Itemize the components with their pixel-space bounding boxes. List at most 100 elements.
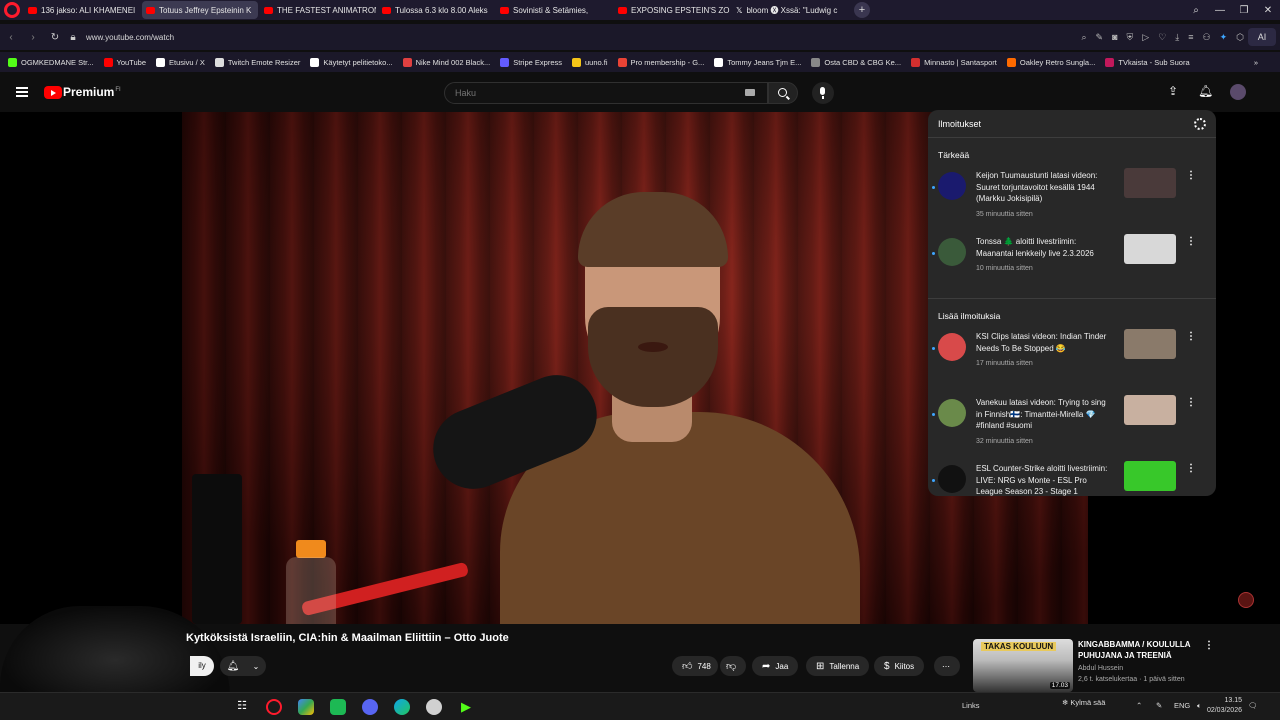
more-options-icon[interactable]: ⋮ bbox=[1186, 397, 1196, 408]
account-avatar[interactable] bbox=[1230, 84, 1246, 100]
browser-tab[interactable]: THE FASTEST ANIMATRONI bbox=[260, 1, 376, 19]
camera-icon[interactable]: ◙ bbox=[1112, 32, 1117, 43]
search-tabs-icon[interactable]: ⌕ bbox=[1184, 5, 1208, 16]
discord-taskbar-icon[interactable] bbox=[362, 699, 378, 715]
system-clock[interactable]: 13.15 02/03/2026 bbox=[1207, 696, 1242, 716]
notification-thumbnail[interactable] bbox=[1124, 168, 1176, 198]
notification-center-icon[interactable]: 🗨︎ bbox=[1248, 701, 1258, 710]
edit-icon[interactable]: ✎ bbox=[1096, 32, 1104, 43]
notifications-bell-icon[interactable]: 🔔︎ bbox=[1198, 84, 1213, 98]
spotify-taskbar-icon[interactable] bbox=[330, 699, 346, 715]
back-icon[interactable]: ‹ bbox=[0, 32, 22, 43]
up-next-thumbnail[interactable]: TAKAS KOULUUN 17.03 bbox=[973, 639, 1073, 692]
channel-avatar[interactable] bbox=[938, 399, 966, 427]
more-actions-button[interactable]: ⋯ bbox=[934, 656, 960, 676]
save-button[interactable]: ⊞ Tallenna bbox=[806, 656, 870, 676]
browser-tab[interactable]: 𝕏bloom 🅧 Xssä: "Ludwig c bbox=[732, 1, 848, 19]
voice-search-icon[interactable] bbox=[812, 82, 834, 104]
youtube-logo-icon[interactable] bbox=[44, 86, 62, 99]
cube-icon[interactable]: ⬡ bbox=[1236, 32, 1244, 43]
profile-icon[interactable]: ⚇ bbox=[1203, 32, 1211, 43]
bookmark-item[interactable]: Minnasto | Santasport bbox=[911, 57, 997, 67]
bookmark-item[interactable]: OGMKEDMANE Str... bbox=[8, 57, 94, 67]
extension-icon[interactable]: ✦ bbox=[1220, 32, 1228, 43]
more-options-icon[interactable]: ⋮ bbox=[1186, 331, 1196, 342]
bookmark-item[interactable]: Tommy Jeans Tjm E... bbox=[714, 57, 801, 67]
links-toolbar[interactable]: Links bbox=[962, 701, 980, 710]
app2-taskbar-icon[interactable] bbox=[426, 699, 442, 715]
browser-tab[interactable]: 136 jakso: ALI KHAMENEI bbox=[24, 1, 140, 19]
like-button[interactable]: 👍︎ 748 bbox=[672, 656, 718, 676]
bookmark-item[interactable]: TVkaista - Sub Suora bbox=[1105, 57, 1190, 67]
channel-avatar[interactable] bbox=[938, 172, 966, 200]
notification-thumbnail[interactable] bbox=[1124, 461, 1176, 491]
kick-taskbar-icon[interactable]: ▶ bbox=[458, 699, 474, 715]
bookmark-item[interactable]: YouTube bbox=[103, 57, 146, 67]
minimize-button[interactable]: — bbox=[1208, 5, 1232, 16]
channel-avatar[interactable] bbox=[938, 333, 966, 361]
language-indicator[interactable]: ENG bbox=[1174, 701, 1190, 710]
bookmark-item[interactable]: Twitch Emote Resizer bbox=[214, 57, 300, 67]
bookmarks-overflow-icon[interactable]: » bbox=[1254, 58, 1258, 67]
close-window-button[interactable]: ✕ bbox=[1256, 5, 1280, 16]
browser-tab[interactable]: Totuus Jeffrey Epsteinin K bbox=[142, 1, 258, 19]
search-button[interactable] bbox=[768, 82, 798, 104]
bookmark-item[interactable]: Etusivu / X bbox=[156, 57, 205, 67]
notification-thumbnail[interactable] bbox=[1124, 395, 1176, 425]
bookmark-item[interactable]: Pro membership - G... bbox=[617, 57, 704, 67]
notification-item[interactable]: Keijon Tuumaustunti latasi videon: Suure… bbox=[928, 166, 1216, 232]
notification-item[interactable]: Tonssa 🌲 aloitti livestriimin: Maanantai… bbox=[928, 232, 1216, 298]
more-options-icon[interactable]: ⋮ bbox=[1186, 170, 1196, 181]
bookmark-item[interactable]: uuno.fi bbox=[572, 57, 608, 67]
notification-item[interactable]: ESL Counter-Strike aloitti livestriimin:… bbox=[928, 459, 1216, 496]
share-button[interactable]: ➦ Jaa bbox=[752, 656, 799, 676]
bookmark-item[interactable]: Nike Mind 002 Black... bbox=[402, 57, 490, 67]
keyboard-icon[interactable] bbox=[745, 89, 755, 96]
url-field[interactable]: www.youtube.com/watch bbox=[86, 33, 174, 42]
maximize-button[interactable]: ❐ bbox=[1232, 5, 1256, 16]
shield-icon[interactable]: ⛨ bbox=[1127, 32, 1134, 43]
heart-icon[interactable]: ♡ bbox=[1158, 32, 1166, 43]
app-taskbar-icon[interactable] bbox=[298, 699, 314, 715]
hamburger-menu-icon[interactable] bbox=[16, 87, 28, 97]
subscribe-button[interactable]: ily bbox=[190, 656, 214, 676]
search-input[interactable] bbox=[445, 83, 725, 103]
more-options-icon[interactable]: ⋮ bbox=[1186, 236, 1196, 247]
channel-avatar[interactable] bbox=[938, 465, 966, 493]
ai-button[interactable]: AI bbox=[1248, 28, 1276, 46]
settings-gear-icon[interactable] bbox=[1194, 118, 1206, 130]
notification-settings-button[interactable]: 🔔︎ ⌄ bbox=[220, 656, 266, 676]
reload-icon[interactable]: ↻ bbox=[44, 32, 66, 43]
opera-logo-icon[interactable] bbox=[4, 2, 20, 18]
browser-tab[interactable]: Tulossa 6.3 klo 8.00 Aleks bbox=[378, 1, 494, 19]
bookmark-item[interactable]: Käytetyt pelitietoko... bbox=[310, 57, 393, 67]
dislike-button[interactable]: 👎︎ bbox=[720, 656, 746, 676]
browser-tab[interactable]: Sovinisti & Setämies, bbox=[496, 1, 612, 19]
bookmark-item[interactable]: Oakley Retro Sungla... bbox=[1006, 57, 1095, 67]
youtube-brand[interactable]: PremiumFI bbox=[63, 85, 121, 99]
more-options-icon[interactable]: ⋮ bbox=[1186, 463, 1196, 474]
channel-watermark-icon[interactable] bbox=[1238, 592, 1254, 608]
play-icon[interactable]: ▷ bbox=[1142, 32, 1149, 43]
bookmark-item[interactable]: Stripe Express bbox=[500, 57, 562, 67]
chevron-up-icon[interactable]: ⌃ bbox=[1136, 701, 1142, 710]
weather-widget[interactable]: ❄ Kylmä sää bbox=[1062, 698, 1124, 712]
notification-item[interactable]: Vanekuu latasi videon: Trying to sing in… bbox=[928, 393, 1216, 459]
new-tab-button[interactable]: + bbox=[854, 2, 870, 18]
up-next-title[interactable]: KINGABBAMMA / KOULULLA PUHUJANA JA TREEN… bbox=[1078, 639, 1208, 661]
notification-thumbnail[interactable] bbox=[1124, 329, 1176, 359]
notification-item[interactable]: KSI Clips latasi videon: Indian Tinder N… bbox=[928, 327, 1216, 393]
pen-icon[interactable]: ✎ bbox=[1156, 701, 1162, 710]
thanks-button[interactable]: $ Kiitos bbox=[874, 656, 925, 676]
task-view-icon[interactable]: ☷ bbox=[234, 699, 250, 715]
browser-tab[interactable]: EXPOSING EPSTEIN'S ZOR bbox=[614, 1, 730, 19]
menu-icon[interactable]: ≡ bbox=[1188, 32, 1193, 43]
notification-thumbnail[interactable] bbox=[1124, 234, 1176, 264]
opera-taskbar-icon[interactable] bbox=[266, 699, 282, 715]
forward-icon[interactable]: › bbox=[22, 32, 44, 43]
download-icon[interactable]: ⤓ bbox=[1175, 32, 1179, 43]
edge-taskbar-icon[interactable] bbox=[394, 699, 410, 715]
search-icon[interactable]: ⌕ bbox=[1081, 32, 1086, 43]
up-next-more-icon[interactable]: ⋮ bbox=[1204, 640, 1214, 651]
bookmark-item[interactable]: Osta CBD & CBG Ke... bbox=[811, 57, 901, 67]
